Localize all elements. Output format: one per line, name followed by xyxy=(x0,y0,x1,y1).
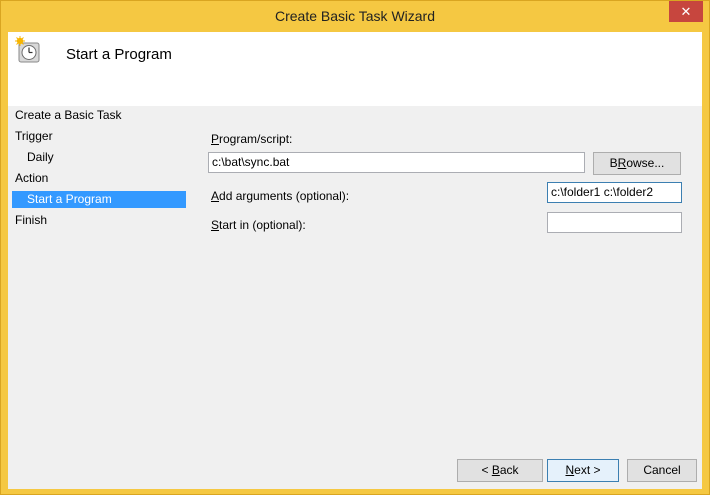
add-arguments-label: Add arguments (optional): xyxy=(211,189,350,203)
cancel-button[interactable]: Cancel xyxy=(627,459,697,482)
nav-item-action: Action xyxy=(15,171,49,185)
nav-item-finish: Finish xyxy=(15,213,48,227)
program-script-label: Program/script: xyxy=(211,132,293,146)
next-button[interactable]: Next > xyxy=(547,459,619,482)
task-clock-icon xyxy=(15,36,40,63)
add-arguments-input[interactable]: c:\folder1 c:\folder2 xyxy=(547,182,682,203)
nav-item-start-a-program: Start a Program xyxy=(27,192,112,206)
browse-button[interactable]: BRowse... xyxy=(593,152,681,175)
start-in-input[interactable] xyxy=(547,212,682,233)
program-script-input[interactable]: c:\bat\sync.bat xyxy=(208,152,585,173)
back-button[interactable]: < Back xyxy=(457,459,543,482)
title-bar[interactable]: Create Basic Task Wizard ✕ xyxy=(1,1,709,32)
wizard-content: Create a Basic Task Trigger Daily Action… xyxy=(8,106,702,489)
nav-item-daily: Daily xyxy=(27,150,54,164)
window-title: Create Basic Task Wizard xyxy=(274,8,435,24)
nav-item-create-basic-task: Create a Basic Task xyxy=(15,108,122,122)
wizard-window: Create Basic Task Wizard ✕ Start a Progr… xyxy=(0,0,710,495)
wizard-header: Start a Program xyxy=(8,32,702,106)
close-button[interactable]: ✕ xyxy=(669,1,703,22)
start-in-label: Start in (optional): xyxy=(211,218,306,232)
page-title: Start a Program xyxy=(66,46,172,63)
nav-item-trigger: Trigger xyxy=(15,129,53,143)
